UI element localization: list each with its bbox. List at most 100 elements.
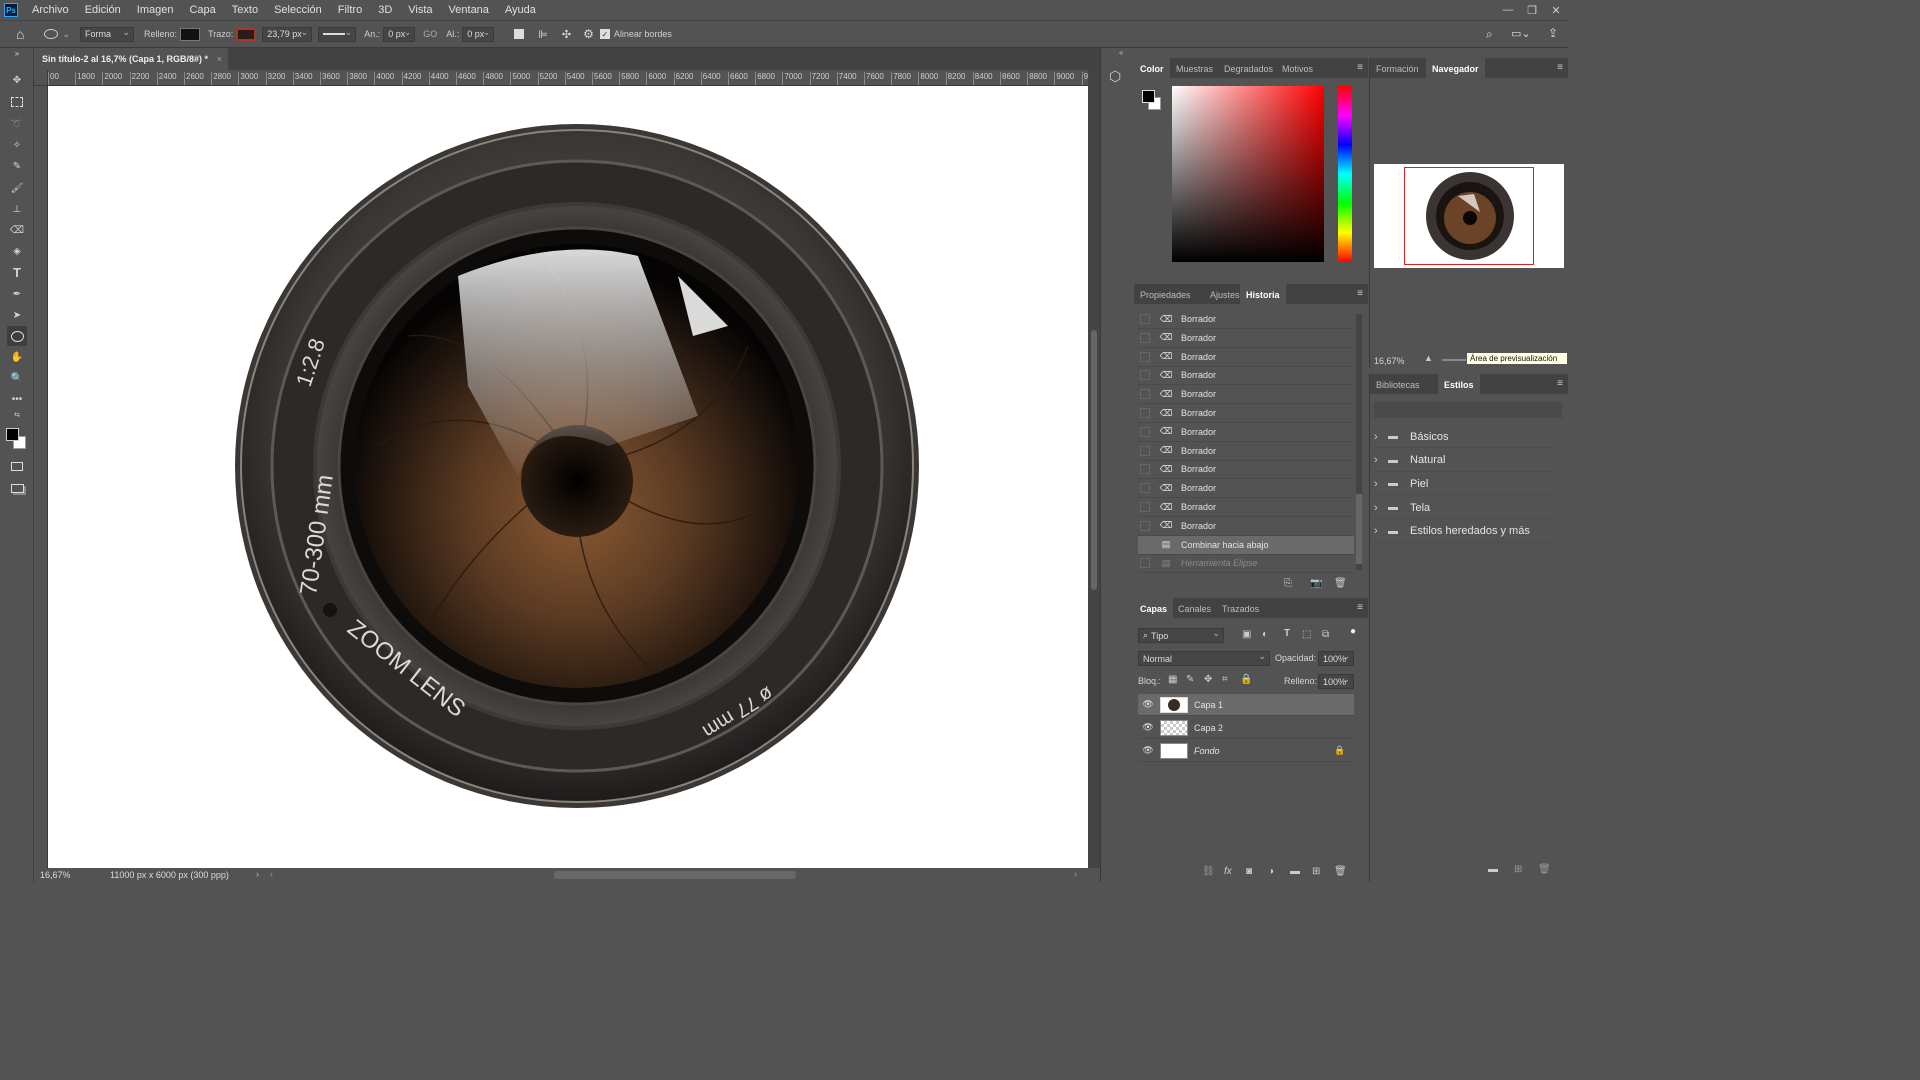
history-state-borrador[interactable]: ⌫ Borrador [1138,329,1354,348]
lock-transparent-icon[interactable]: ▦ [1168,674,1177,685]
eyedropper-tool-icon[interactable]: ✎ [7,156,27,176]
filter-toggle-icon[interactable]: ● [1350,626,1356,637]
tab-propiedades[interactable]: Propiedades [1134,284,1197,304]
visibility-eye-icon[interactable]: 👁 [1140,722,1156,733]
history-state-borrador[interactable]: ⌫ Borrador [1138,366,1354,386]
document-info[interactable]: 11000 px x 6000 px (300 ppp) [110,870,229,880]
style-group-2[interactable]: › ▬ Piel [1374,473,1554,496]
delete-layer-icon[interactable]: 🗑 [1334,866,1347,877]
layer-styles-icon[interactable]: fx [1224,866,1232,877]
panel-menu-icon[interactable]: ≡ [1357,602,1363,613]
history-brush-source-checkbox[interactable] [1140,520,1150,531]
history-state-borrador[interactable]: ⌫ Borrador [1138,479,1354,499]
tab-degradados[interactable]: Degradados [1218,58,1279,78]
history-brush-source-checkbox[interactable] [1140,370,1150,381]
tab-motivos[interactable]: Motivos [1276,58,1319,78]
link-dimensions-icon[interactable]: GO [423,29,437,39]
tab-color[interactable]: Color [1134,58,1170,78]
zoom-tool-icon[interactable]: 🔍 [7,368,27,388]
history-state-borrador[interactable]: ⌫ Borrador [1138,385,1354,405]
stroke-style-select[interactable] [318,26,357,42]
history-brush-source-checkbox[interactable] [1140,483,1150,494]
menu-filtro[interactable]: Filtro [330,4,370,16]
layer-filter-select[interactable]: ⌕ Tipo [1138,628,1224,643]
expand-chevron-icon[interactable]: › [1374,454,1388,466]
delete-style-icon[interactable]: 🗑 [1538,864,1551,875]
history-state-borrador[interactable]: ⌫ Borrador [1138,498,1354,517]
lock-artboard-icon[interactable]: ⌗ [1222,674,1228,685]
vertical-scroll-thumb[interactable] [1091,330,1097,590]
menu-ventana[interactable]: Ventana [441,4,497,16]
path-alignment-icon[interactable]: ⊫ [538,28,548,41]
link-layers-icon[interactable]: ⛓ [1202,866,1215,877]
history-brush-source-checkbox[interactable] [1140,558,1150,569]
share-icon[interactable]: ⇪ [1548,26,1558,40]
delete-state-icon[interactable]: 🗑 [1334,578,1347,589]
history-state-elipse[interactable]: ▤ Herramienta Elipse [1138,554,1354,574]
layer-row-fondo[interactable]: 👁 Fondo 🔒 [1138,740,1354,762]
restore-icon[interactable]: ❐ [1520,0,1544,20]
menu-seleccion[interactable]: Selección [266,4,330,16]
fill-swatch[interactable] [180,27,201,41]
history-brush-source-checkbox[interactable] [1140,314,1150,324]
more-tools-icon[interactable]: ••• [7,389,27,409]
history-brush-source-checkbox[interactable] [1140,539,1150,550]
filter-type-icon[interactable]: T [1284,628,1290,639]
new-style-icon[interactable]: ⊞ [1514,864,1522,875]
menu-capa[interactable]: Capa [181,4,223,16]
gear-icon[interactable]: ⚙ [583,27,594,41]
tab-navegador[interactable]: Navegador [1426,58,1485,78]
history-state-borrador[interactable]: ⌫ Borrador [1138,404,1354,423]
history-brush-source-checkbox[interactable] [1140,351,1150,362]
tab-trazados[interactable]: Trazados [1216,598,1265,618]
panel-menu-icon[interactable]: ≡ [1557,378,1563,389]
menu-imagen[interactable]: Imagen [129,4,182,16]
hue-slider[interactable] [1338,86,1352,262]
stroke-swatch[interactable] [236,27,257,41]
tab-muestras[interactable]: Muestras [1170,58,1219,78]
magic-wand-tool-icon[interactable]: ✧ [7,135,27,155]
expand-chevron-icon[interactable]: › [1374,431,1388,443]
new-style-group-icon[interactable]: ▬ [1488,864,1498,875]
document-canvas[interactable]: 1:2.8 70-300 mm ZOOM LENS ø 77 mm [48,86,1088,868]
menu-ayuda[interactable]: Ayuda [497,4,544,16]
menu-vista[interactable]: Vista [400,4,440,16]
tab-bibliotecas[interactable]: Bibliotecas [1370,374,1426,394]
scroll-right-icon[interactable]: › [1074,869,1077,879]
zoom-level[interactable]: 16,67% [40,870,71,880]
history-scroll-thumb[interactable] [1356,494,1362,564]
history-brush-source-checkbox[interactable] [1140,408,1150,418]
history-state-borrador[interactable]: ⌫ Borrador [1138,423,1354,442]
tab-canales[interactable]: Canales [1172,598,1217,618]
zoom-out-icon[interactable]: ▲ [1424,353,1433,363]
stamp-tool-icon[interactable]: ⊥ [7,199,27,219]
path-arrangement-icon[interactable]: ✣ [562,28,571,41]
screen-mode-icon[interactable] [7,478,27,498]
tab-estilos[interactable]: Estilos [1438,374,1480,394]
align-edges-checkbox[interactable]: ✓ [599,29,610,39]
fill-input[interactable]: 100% [1318,674,1354,689]
styles-search-input[interactable] [1374,402,1562,418]
opacity-input[interactable]: 100% [1318,651,1354,666]
type-tool-icon[interactable]: T [7,262,27,282]
filter-pixel-icon[interactable]: ▣ [1242,629,1251,640]
panel-menu-icon[interactable]: ≡ [1557,62,1563,73]
path-operations-icon[interactable] [514,29,525,39]
ellipse-tool-icon[interactable] [7,326,27,346]
vertical-scrollbar[interactable] [1088,70,1100,868]
eraser-tool-icon[interactable]: ⌫ [7,220,27,240]
history-state-borrador[interactable]: ⌫ Borrador [1138,517,1354,536]
history-state-borrador[interactable]: ⌫ Borrador [1138,460,1354,480]
ellipse-tool-preset-icon[interactable] [44,29,59,39]
history-state-combinar[interactable]: ▤ Combinar hacia abajo [1138,535,1354,555]
filter-smart-object-icon[interactable]: ⧉ [1322,629,1329,640]
history-brush-source-checkbox[interactable] [1140,445,1150,456]
path-selection-tool-icon[interactable]: ➤ [7,305,27,325]
layer-row-capa-2[interactable]: 👁 Capa 2 [1138,717,1354,739]
history-brush-source-checkbox[interactable] [1140,464,1150,475]
foreground-color-swatch[interactable] [6,428,19,441]
layer-name[interactable]: Fondo [1194,746,1220,756]
home-icon[interactable]: ⌂ [16,26,24,42]
style-group-0[interactable]: › ▬ Básicos [1374,426,1554,448]
blend-mode-select[interactable]: Normal [1138,651,1270,666]
